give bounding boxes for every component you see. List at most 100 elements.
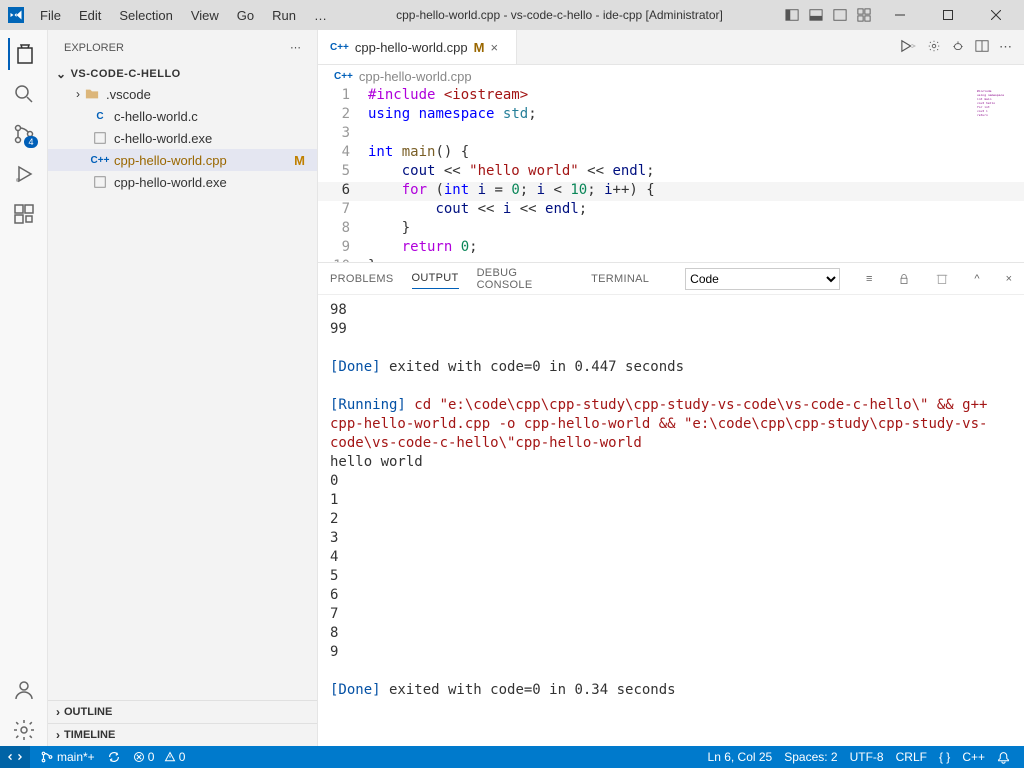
output-tab[interactable]: OUTPUT <box>412 268 459 289</box>
file-item-cpp-hello-world-cpp[interactable]: C++cpp-hello-world.cppM <box>48 149 317 171</box>
layout-bottom-icon[interactable] <box>808 7 824 23</box>
code-line[interactable]: 8 } <box>318 220 1024 239</box>
tab-modified-badge: M <box>474 40 485 55</box>
outline-section[interactable]: ›OUTLINE <box>48 700 317 723</box>
file-item-c-hello-world-c[interactable]: Cc-hello-world.c <box>48 105 317 127</box>
breadcrumb-file: cpp-hello-world.cpp <box>359 69 472 84</box>
editor-more-icon[interactable]: ⋯ <box>999 39 1012 55</box>
bottom-panel: PROBLEMS OUTPUT DEBUG CONSOLE TERMINAL C… <box>318 262 1024 746</box>
panel-maximize-icon[interactable]: ^ <box>974 273 979 285</box>
explorer-activity-icon[interactable] <box>8 38 40 70</box>
chevron-right-icon: › <box>76 87 80 101</box>
search-activity-icon[interactable] <box>8 78 40 110</box>
notifications-status[interactable] <box>991 751 1016 764</box>
menu-edit[interactable]: Edit <box>71 4 109 27</box>
menu-file[interactable]: File <box>32 4 69 27</box>
problems-status[interactable]: 0 0 <box>127 750 192 764</box>
customize-layout-icon[interactable] <box>856 7 872 23</box>
menu-run[interactable]: Run <box>264 4 304 27</box>
output-lock-icon[interactable] <box>898 273 910 285</box>
line-number: 3 <box>318 125 368 144</box>
window-title: cpp-hello-world.cpp - vs-code-c-hello - … <box>335 8 784 22</box>
code-editor[interactable]: #includeusing namespaceint maincout hell… <box>318 87 1024 262</box>
settings-activity-icon[interactable] <box>8 714 40 746</box>
split-editor-icon[interactable] <box>975 39 989 55</box>
code-line[interactable]: 4int main() { <box>318 144 1024 163</box>
git-branch-status[interactable]: main*+ <box>34 750 101 764</box>
explorer-more-icon[interactable]: ⋯ <box>290 41 301 54</box>
eol-status[interactable]: CRLF <box>890 750 933 764</box>
tab-cpp-hello-world[interactable]: C++ cpp-hello-world.cpp M × <box>318 30 517 64</box>
line-number: 10 <box>318 258 368 262</box>
minimap[interactable]: #includeusing namespaceint maincout hell… <box>977 89 1022 129</box>
explorer-title: EXPLORER <box>64 42 124 54</box>
language-mode-status[interactable]: C++ <box>956 750 991 764</box>
problems-tab[interactable]: PROBLEMS <box>330 269 394 289</box>
terminal-tab[interactable]: TERMINAL <box>591 269 649 289</box>
sync-status[interactable] <box>101 750 127 764</box>
line-number: 5 <box>318 163 368 182</box>
line-number: 8 <box>318 220 368 239</box>
output-panel-body[interactable]: 98 99 [Done] exited with code=0 in 0.447… <box>318 295 1024 746</box>
timeline-section[interactable]: ›TIMELINE <box>48 723 317 746</box>
file-item--vscode[interactable]: › .vscode <box>48 83 317 105</box>
close-tab-icon[interactable]: × <box>490 40 504 55</box>
line-number: 2 <box>318 106 368 125</box>
code-line[interactable]: 6 for (int i = 0; i < 10; i++) { <box>318 182 1024 201</box>
run-debug-activity-icon[interactable] <box>8 158 40 190</box>
encoding-status[interactable]: UTF-8 <box>844 750 890 764</box>
menu-view[interactable]: View <box>183 4 227 27</box>
line-number: 6 <box>318 182 368 201</box>
language-lsp-status[interactable]: { } <box>933 750 956 764</box>
accounts-activity-icon[interactable] <box>8 674 40 706</box>
line-number: 7 <box>318 201 368 220</box>
file-item-c-hello-world-exe[interactable]: c-hello-world.exe <box>48 127 317 149</box>
run-debug-icon[interactable] <box>951 39 965 55</box>
code-line[interactable]: 9 return 0; <box>318 239 1024 258</box>
file-label: c-hello-world.exe <box>114 131 212 146</box>
modified-badge: M <box>294 153 305 168</box>
code-line[interactable]: 3 <box>318 125 1024 144</box>
line-number: 9 <box>318 239 368 258</box>
code-line[interactable]: 5 cout << "hello world" << endl; <box>318 163 1024 182</box>
menubar: FileEditSelectionViewGoRun… <box>32 4 335 27</box>
code-line[interactable]: 7 cout << i << endl; <box>318 201 1024 220</box>
file-label: cpp-hello-world.exe <box>114 175 227 190</box>
line-number: 1 <box>318 87 368 106</box>
maximize-button[interactable] <box>928 1 968 29</box>
indentation-status[interactable]: Spaces: 2 <box>778 750 843 764</box>
folder-icon <box>84 87 100 101</box>
status-bar: main*+ 0 0 Ln 6, Col 25 Spaces: 2 UTF-8 … <box>0 746 1024 768</box>
workspace-header[interactable]: ⌄VS-CODE-C-HELLO <box>48 65 317 83</box>
remote-indicator[interactable] <box>0 746 30 768</box>
code-line[interactable]: 2using namespace std; <box>318 106 1024 125</box>
extensions-activity-icon[interactable] <box>8 198 40 230</box>
layout-secondary-icon[interactable] <box>832 7 848 23</box>
layout-primary-icon[interactable] <box>784 7 800 23</box>
output-filter-icon[interactable]: ≡ <box>866 273 872 285</box>
file-label: cpp-hello-world.cpp <box>114 153 227 168</box>
c-file-icon: C <box>92 111 108 122</box>
vscode-logo-icon <box>8 7 24 23</box>
breadcrumbs[interactable]: C++ cpp-hello-world.cpp <box>318 65 1024 87</box>
output-channel-select[interactable]: Code <box>685 268 840 290</box>
explorer-sidebar: EXPLORER ⋯ ⌄VS-CODE-C-HELLO › .vscode Cc-h… <box>48 30 318 746</box>
menu-go[interactable]: Go <box>229 4 262 27</box>
minimize-button[interactable] <box>880 1 920 29</box>
menu-selection[interactable]: Selection <box>111 4 180 27</box>
code-line[interactable]: 1#include <iostream> <box>318 87 1024 106</box>
debug-console-tab[interactable]: DEBUG CONSOLE <box>477 263 574 295</box>
cursor-position-status[interactable]: Ln 6, Col 25 <box>702 750 779 764</box>
file-label: .vscode <box>106 87 151 102</box>
source-control-activity-icon[interactable]: 4 <box>8 118 40 150</box>
panel-close-icon[interactable]: × <box>1006 273 1012 285</box>
cpp-file-icon: C++ <box>330 42 349 53</box>
output-clear-icon[interactable] <box>936 273 948 285</box>
menu-…[interactable]: … <box>306 4 335 27</box>
code-line[interactable]: 10} <box>318 258 1024 262</box>
close-window-button[interactable] <box>976 1 1016 29</box>
scm-badge: 4 <box>24 136 37 148</box>
run-button-icon[interactable] <box>899 39 917 55</box>
run-settings-icon[interactable] <box>927 39 941 55</box>
file-item-cpp-hello-world-exe[interactable]: cpp-hello-world.exe <box>48 171 317 193</box>
